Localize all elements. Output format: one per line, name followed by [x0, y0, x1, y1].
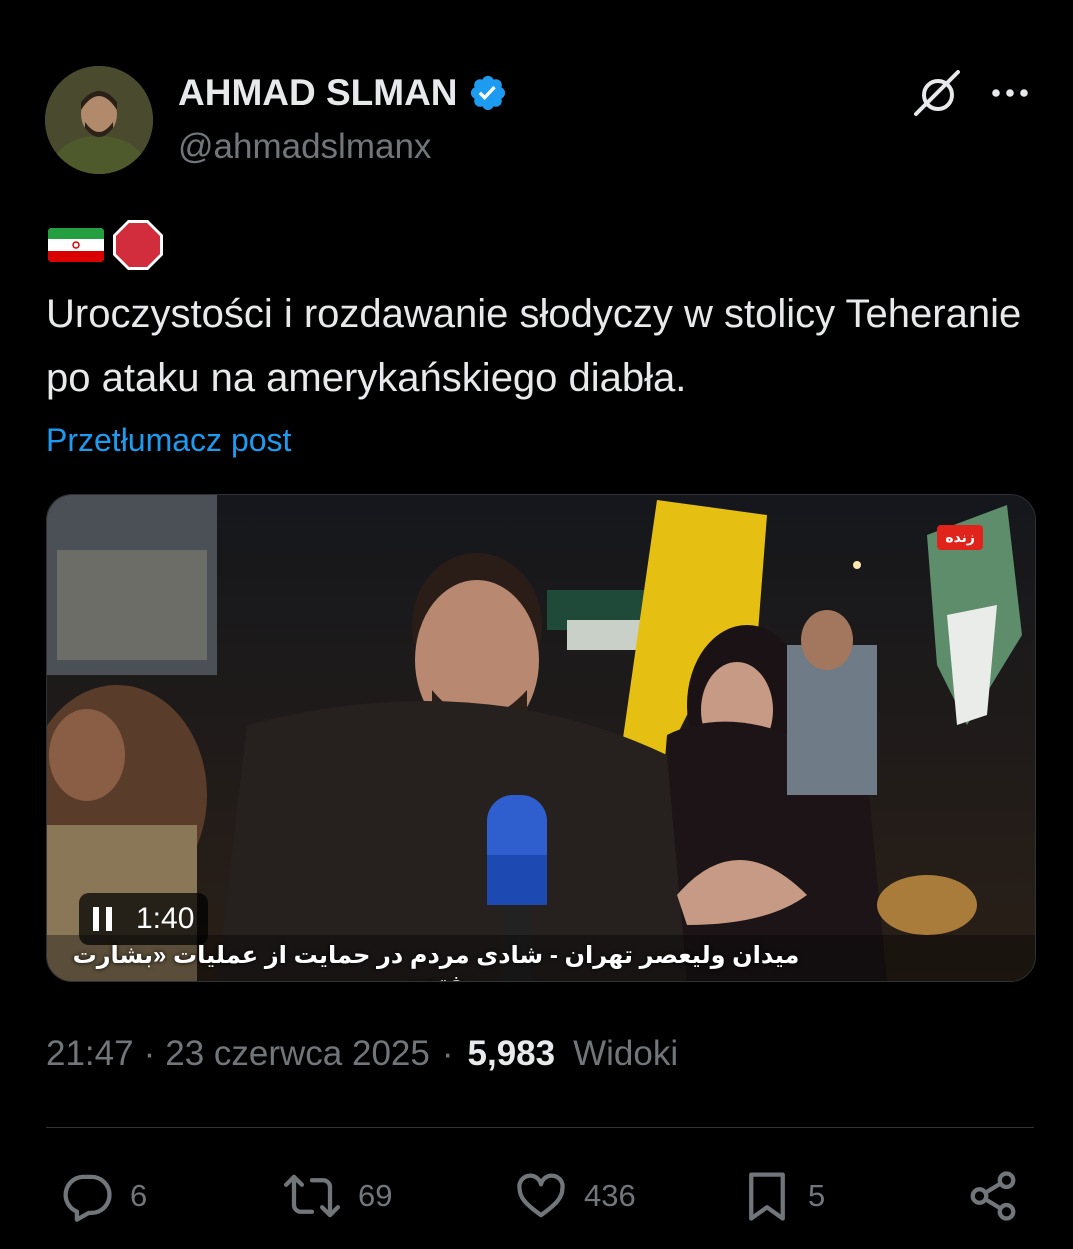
translate-post-link[interactable]: Przetłumacz post: [46, 422, 291, 459]
action-bar: 6 69 436 5: [0, 1166, 1073, 1226]
video-player[interactable]: زنده 1:40 میدان ولیعصر تهران - شادی مردم…: [46, 494, 1036, 982]
views-count: 5,983: [467, 1034, 556, 1073]
repost-count: 69: [358, 1178, 393, 1213]
author-handle[interactable]: @ahmadslmanx: [178, 127, 431, 167]
tweet-text: Uroczystości i rozdawanie słodyczy w sto…: [46, 292, 1022, 400]
meta-separator: ·: [441, 1034, 454, 1073]
reply-count: 6: [130, 1178, 148, 1213]
reply-icon: [63, 1174, 112, 1222]
bookmark-count: 5: [808, 1178, 826, 1213]
avatar-image: [45, 66, 153, 174]
divider: [46, 1127, 1034, 1128]
emoji-row: [47, 218, 165, 272]
tweet-time[interactable]: 21:47: [46, 1034, 134, 1074]
video-playback-badge[interactable]: 1:40: [79, 893, 209, 945]
heart-icon: [517, 1173, 565, 1218]
grok-icon[interactable]: [912, 68, 964, 120]
repost-button[interactable]: 69: [282, 1166, 392, 1226]
tweet-meta: 21:47 · 23 czerwca 2025 · 5,983 Widoki: [46, 1034, 678, 1074]
repost-icon: [283, 1174, 341, 1218]
author-avatar[interactable]: [45, 66, 153, 174]
tweet-date[interactable]: 23 czerwca 2025: [165, 1034, 430, 1074]
views-label: Widoki: [573, 1034, 679, 1073]
share-icon: [970, 1171, 1016, 1221]
like-count: 436: [584, 1178, 636, 1213]
author-display-name[interactable]: AHMAD SLMAN: [178, 72, 508, 114]
pause-icon[interactable]: [93, 907, 112, 931]
bookmark-button[interactable]: 5: [742, 1166, 825, 1226]
live-tag: زنده: [937, 525, 983, 550]
stop-sign-icon: [113, 220, 163, 270]
verified-badge-icon: [470, 75, 505, 111]
bookmark-icon: [749, 1172, 785, 1221]
flag-iran-icon: [48, 228, 104, 262]
share-button[interactable]: [966, 1166, 1020, 1226]
display-name-text: AHMAD SLMAN: [178, 72, 458, 113]
reply-button[interactable]: 6: [60, 1166, 147, 1226]
more-icon[interactable]: [988, 78, 1032, 108]
video-caption: میدان ولیعصر تهران - شادی مردم در حمایت …: [72, 942, 800, 981]
like-button[interactable]: 436: [514, 1166, 636, 1226]
video-duration: 1:40: [136, 902, 195, 935]
meta-separator: ·: [143, 1034, 156, 1073]
